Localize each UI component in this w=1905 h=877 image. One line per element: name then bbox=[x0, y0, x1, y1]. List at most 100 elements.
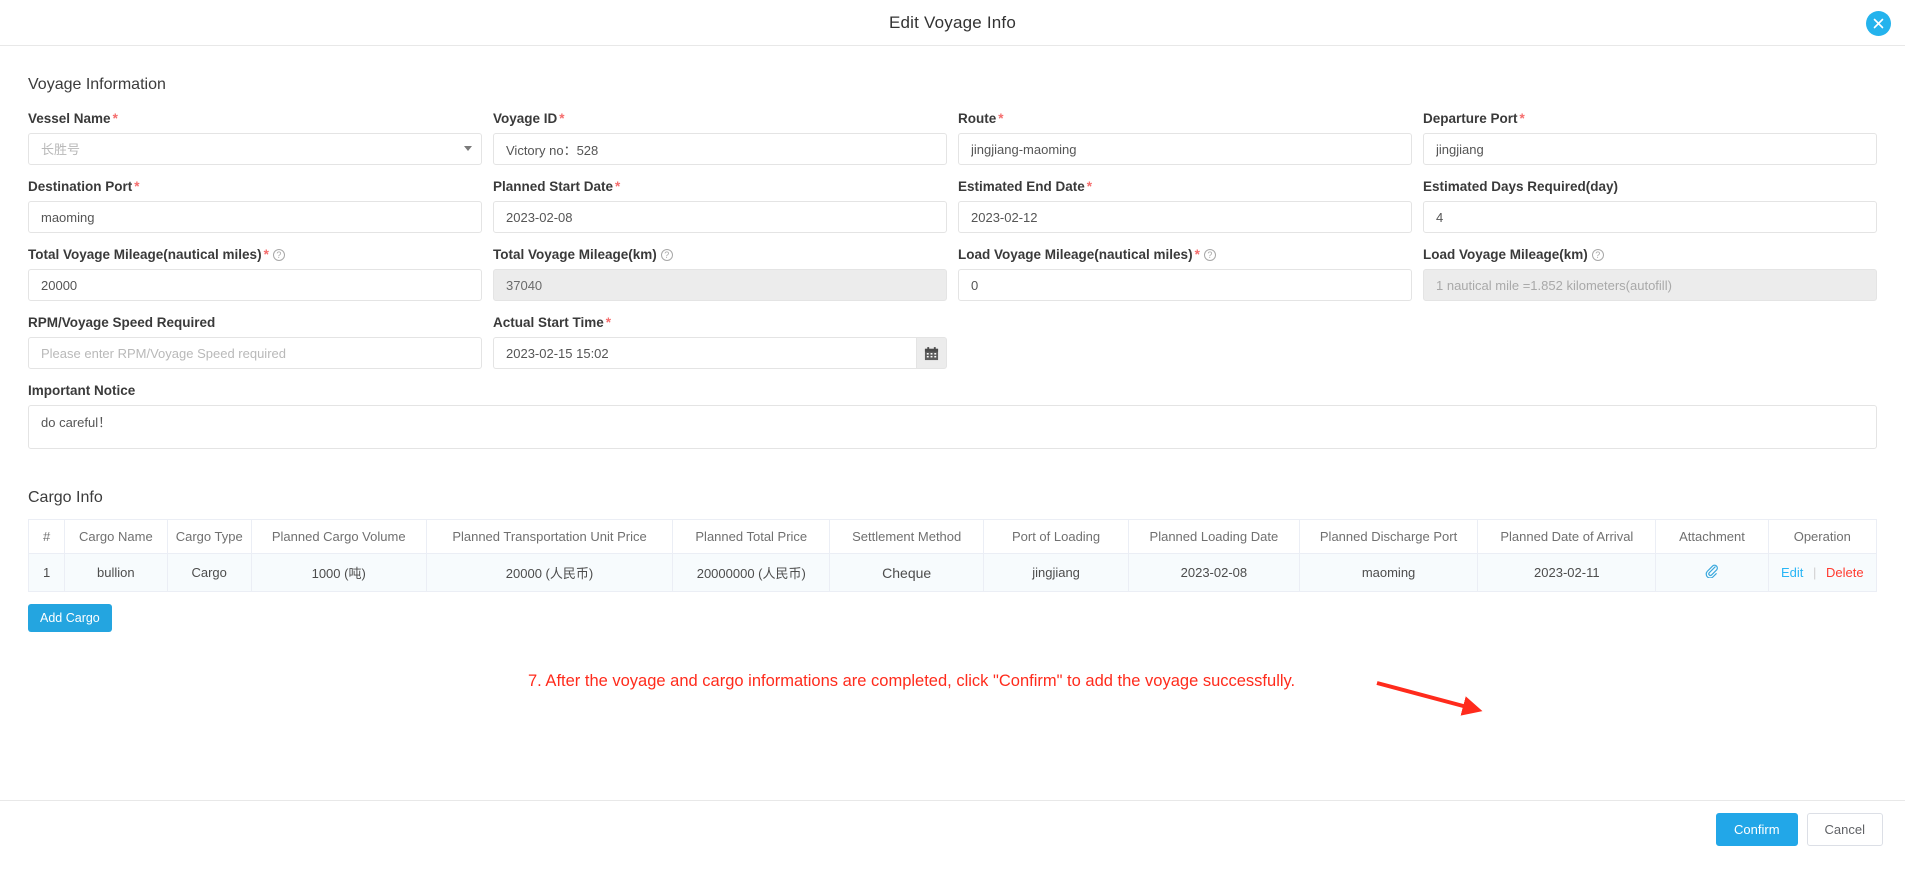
cell-loading-date: 2023-02-08 bbox=[1127, 553, 1300, 592]
close-icon[interactable] bbox=[1866, 11, 1891, 36]
field-load-voyage-mileage-nm: Load Voyage Mileage(nautical miles) *? bbox=[958, 246, 1412, 301]
required-marker: * bbox=[134, 179, 140, 194]
field-departure-port: Departure Port * bbox=[1423, 110, 1877, 165]
page-title: Edit Voyage Info bbox=[888, 12, 1016, 32]
cell-unit-price: 20000 (人民币) bbox=[425, 553, 674, 592]
required-marker: * bbox=[1519, 111, 1525, 126]
label-departure-port: Departure Port * bbox=[1423, 111, 1525, 126]
calendar-icon[interactable] bbox=[916, 337, 947, 369]
operation-separator: | bbox=[1812, 565, 1817, 580]
settlement-method-value: Cheque bbox=[882, 564, 932, 581]
cell-attachment bbox=[1655, 553, 1769, 592]
estimated-end-date-input[interactable] bbox=[958, 201, 1412, 233]
required-marker: * bbox=[263, 247, 269, 262]
field-destination-port: Destination Port * bbox=[28, 178, 482, 233]
column-header-unit-price: Planned Transportation Unit Price bbox=[425, 519, 674, 554]
field-planned-start-date: Planned Start Date * bbox=[493, 178, 947, 233]
important-notice-textarea[interactable]: do careful！ bbox=[28, 405, 1877, 449]
column-header-settlement-method: Settlement Method bbox=[829, 519, 985, 554]
label-vessel-name: Vessel Name * bbox=[28, 111, 118, 126]
field-rpm-voyage-speed: RPM/Voyage Speed Required bbox=[28, 314, 482, 369]
label-load-voyage-mileage-km: Load Voyage Mileage(km)? bbox=[1423, 246, 1877, 263]
column-header-operation: Operation bbox=[1767, 519, 1877, 554]
total-voyage-mileage-nm-input[interactable] bbox=[28, 269, 482, 301]
cell-index: 1 bbox=[27, 553, 66, 592]
dialog-footer: Confirm Cancel bbox=[0, 800, 1905, 857]
field-voyage-id: Voyage ID * bbox=[493, 110, 947, 165]
field-total-voyage-mileage-km: Total Voyage Mileage(km)? bbox=[493, 246, 947, 301]
cell-discharge-port: maoming bbox=[1298, 553, 1479, 592]
help-icon[interactable]: ? bbox=[272, 249, 285, 261]
label-rpm-voyage-speed: RPM/Voyage Speed Required bbox=[28, 315, 216, 330]
edit-link[interactable]: Edit bbox=[1781, 565, 1803, 580]
destination-port-input[interactable] bbox=[28, 201, 482, 233]
column-header-discharge-port: Planned Discharge Port bbox=[1298, 519, 1479, 554]
cargo-table: # Cargo Name Cargo Type Planned Cargo Vo… bbox=[27, 519, 1877, 592]
actual-start-time-group bbox=[493, 337, 947, 369]
field-estimated-days-required: Estimated Days Required(day) bbox=[1423, 178, 1877, 233]
confirm-button[interactable]: Confirm bbox=[1716, 812, 1798, 846]
column-header-date-of-arrival: Planned Date of Arrival bbox=[1477, 519, 1657, 554]
field-important-notice: Important Notice do careful！ bbox=[28, 382, 1877, 454]
column-header-attachment: Attachment bbox=[1655, 519, 1769, 554]
vessel-name-select-wrap[interactable] bbox=[28, 133, 482, 165]
delete-link[interactable]: Delete bbox=[1826, 565, 1864, 580]
table-header-row: # Cargo Name Cargo Type Planned Cargo Vo… bbox=[27, 519, 1877, 554]
total-voyage-mileage-km-input bbox=[493, 269, 947, 301]
voyage-information-heading: Voyage Information bbox=[28, 76, 166, 93]
label-planned-start-date: Planned Start Date * bbox=[493, 179, 621, 194]
planned-start-date-input[interactable] bbox=[493, 201, 947, 233]
load-voyage-mileage-km-input bbox=[1423, 269, 1877, 301]
column-header-port-of-loading: Port of Loading bbox=[983, 519, 1129, 554]
add-cargo-button[interactable]: Add Cargo bbox=[28, 604, 112, 632]
cancel-button[interactable]: Cancel bbox=[1806, 812, 1883, 846]
load-voyage-mileage-nm-input[interactable] bbox=[958, 269, 1412, 301]
label-total-voyage-mileage-km: Total Voyage Mileage(km)? bbox=[493, 246, 947, 263]
paperclip-icon[interactable] bbox=[1704, 564, 1719, 582]
label-destination-port: Destination Port * bbox=[28, 179, 140, 194]
required-marker: * bbox=[998, 111, 1004, 126]
field-route: Route * bbox=[958, 110, 1412, 165]
label-route: Route * bbox=[958, 111, 1004, 126]
cell-settlement-method: Cheque bbox=[829, 553, 985, 592]
estimated-days-required-input[interactable] bbox=[1423, 201, 1877, 233]
field-load-voyage-mileage-km: Load Voyage Mileage(km)? bbox=[1423, 246, 1877, 301]
cell-date-of-arrival: 2023-02-11 bbox=[1477, 553, 1657, 592]
cell-cargo-type: Cargo bbox=[166, 553, 252, 592]
cell-cargo-name: bullion bbox=[64, 553, 168, 592]
label-estimated-end-date: Estimated End Date * bbox=[958, 179, 1093, 194]
help-icon[interactable]: ? bbox=[1591, 249, 1604, 261]
column-header-cargo-type: Cargo Type bbox=[166, 519, 252, 554]
actual-start-time-input[interactable] bbox=[493, 337, 917, 369]
voyage-form-grid: Vessel Name* Voyage ID* Route* Departure… bbox=[28, 110, 1877, 467]
dialog-body: Voyage Information Vessel Name* Voyage I… bbox=[0, 46, 1905, 857]
label-load-voyage-mileage-nm: Load Voyage Mileage(nautical miles) *? bbox=[958, 246, 1412, 263]
voyage-id-input[interactable] bbox=[493, 133, 947, 165]
required-marker: * bbox=[615, 179, 621, 194]
cargo-info-heading: Cargo Info bbox=[28, 489, 103, 506]
rpm-voyage-speed-input[interactable] bbox=[28, 337, 482, 369]
label-total-voyage-mileage-nm: Total Voyage Mileage(nautical miles) *? bbox=[28, 246, 482, 263]
column-header-planned-volume: Planned Cargo Volume bbox=[250, 519, 427, 554]
required-marker: * bbox=[1194, 247, 1200, 262]
column-header-total-price: Planned Total Price bbox=[672, 519, 831, 554]
required-marker: * bbox=[559, 111, 565, 126]
cell-port-of-loading: jingjiang bbox=[983, 553, 1129, 592]
label-actual-start-time: Actual Start Time * bbox=[493, 315, 612, 330]
required-marker: * bbox=[112, 111, 118, 126]
column-header-cargo-name: Cargo Name bbox=[64, 519, 168, 554]
help-icon[interactable]: ? bbox=[660, 249, 673, 261]
field-actual-start-time: Actual Start Time * bbox=[493, 314, 947, 369]
vessel-name-select[interactable] bbox=[28, 133, 482, 165]
column-header-index: # bbox=[27, 519, 66, 554]
required-marker: * bbox=[1086, 179, 1093, 194]
column-header-loading-date: Planned Loading Date bbox=[1127, 519, 1300, 554]
field-vessel-name: Vessel Name * bbox=[28, 110, 482, 165]
field-total-voyage-mileage-nm: Total Voyage Mileage(nautical miles) *? bbox=[28, 246, 482, 301]
cell-total-price: 20000000 (人民币) bbox=[672, 553, 831, 592]
help-icon[interactable]: ? bbox=[1203, 249, 1216, 261]
cell-operation: Edit | Delete bbox=[1767, 553, 1877, 592]
table-row: 1 bullion Cargo 1000 (吨) 20000 (人民币) 200… bbox=[27, 553, 1877, 592]
route-input[interactable] bbox=[958, 133, 1412, 165]
departure-port-input[interactable] bbox=[1423, 133, 1877, 165]
